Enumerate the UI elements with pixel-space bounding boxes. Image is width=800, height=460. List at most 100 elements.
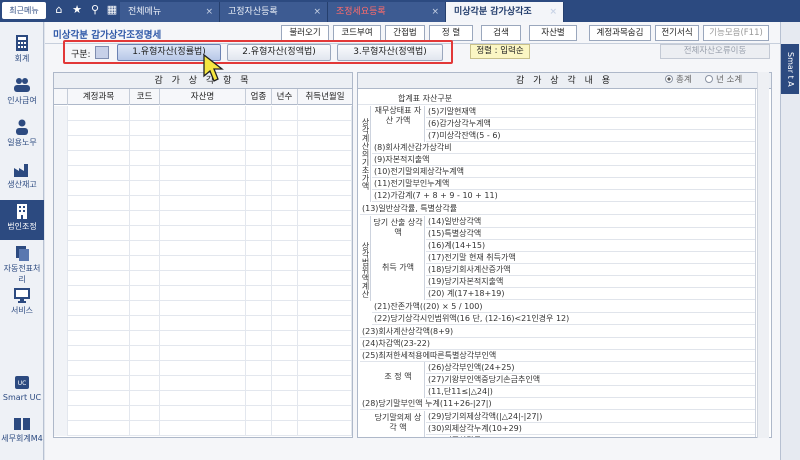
table-cell[interactable] <box>130 361 160 376</box>
table-cell[interactable] <box>68 361 130 376</box>
table-cell[interactable] <box>272 406 298 421</box>
table-cell[interactable] <box>54 151 68 166</box>
table-row[interactable] <box>54 301 352 316</box>
table-cell[interactable] <box>246 271 272 286</box>
sidebar-item-daily-labor[interactable]: 일용노무 <box>0 116 44 156</box>
table-row[interactable] <box>54 151 352 166</box>
table-cell[interactable] <box>246 151 272 166</box>
option-tangible-straight[interactable]: 2.유형자산(정액법) <box>227 44 331 61</box>
table-row[interactable] <box>54 181 352 196</box>
table-cell[interactable] <box>246 316 272 331</box>
table-row[interactable] <box>54 316 352 331</box>
sidebar-item-accounting[interactable]: 회계 <box>0 32 44 72</box>
table-cell[interactable] <box>246 211 272 226</box>
radio-total[interactable]: 총계 <box>665 73 692 85</box>
table-cell[interactable] <box>272 181 298 196</box>
sidebar-item-smart-uc[interactable]: UC Smart UC <box>0 372 44 408</box>
prior-form-button[interactable]: 전기서식 <box>655 25 699 41</box>
table-cell[interactable] <box>272 421 298 436</box>
table-cell[interactable] <box>130 226 160 241</box>
sidebar-item-service[interactable]: 서비스 <box>0 284 44 324</box>
table-cell[interactable] <box>298 256 352 271</box>
table-cell[interactable] <box>54 331 68 346</box>
table-cell[interactable] <box>68 226 130 241</box>
table-cell[interactable] <box>298 226 352 241</box>
table-row[interactable] <box>54 211 352 226</box>
table-cell[interactable] <box>160 226 246 241</box>
table-cell[interactable] <box>54 361 68 376</box>
table-cell[interactable] <box>246 181 272 196</box>
table-cell[interactable] <box>160 271 246 286</box>
table-cell[interactable] <box>272 136 298 151</box>
sidebar-item-corporate-adjustment[interactable]: 법인조정 <box>0 200 44 240</box>
sidebar-item-auto-voucher[interactable]: 자동전표처리 <box>0 242 44 284</box>
table-cell[interactable] <box>160 316 246 331</box>
table-row[interactable] <box>54 346 352 361</box>
table-cell[interactable] <box>54 166 68 181</box>
category-code-box[interactable] <box>95 46 109 59</box>
grid-icon[interactable]: ▦ <box>105 3 119 17</box>
table-cell[interactable] <box>130 301 160 316</box>
table-row[interactable] <box>54 406 352 421</box>
table-cell[interactable] <box>54 136 68 151</box>
table-cell[interactable] <box>68 196 130 211</box>
table-cell[interactable] <box>68 286 130 301</box>
table-cell[interactable] <box>160 331 246 346</box>
table-cell[interactable] <box>272 331 298 346</box>
table-cell[interactable] <box>68 151 130 166</box>
table-cell[interactable] <box>68 316 130 331</box>
table-cell[interactable] <box>130 346 160 361</box>
table-cell[interactable] <box>272 226 298 241</box>
table-cell[interactable] <box>160 406 246 421</box>
table-row[interactable] <box>54 256 352 271</box>
table-cell[interactable] <box>298 331 352 346</box>
table-cell[interactable] <box>130 316 160 331</box>
table-cell[interactable] <box>272 106 298 121</box>
table-cell[interactable] <box>130 376 160 391</box>
table-cell[interactable] <box>160 151 246 166</box>
table-cell[interactable] <box>54 181 68 196</box>
table-cell[interactable] <box>160 346 246 361</box>
table-cell[interactable] <box>272 196 298 211</box>
table-cell[interactable] <box>272 286 298 301</box>
tab-depreciation[interactable]: 미상각분 감가상각조 × <box>446 2 564 22</box>
table-cell[interactable] <box>246 346 272 361</box>
table-cell[interactable] <box>68 121 130 136</box>
table-row[interactable] <box>54 121 352 136</box>
table-cell[interactable] <box>160 376 246 391</box>
table-cell[interactable] <box>298 121 352 136</box>
tab-fixed-asset[interactable]: 고정자산등록 × <box>220 2 328 22</box>
table-cell[interactable] <box>272 166 298 181</box>
table-cell[interactable] <box>160 106 246 121</box>
table-cell[interactable] <box>298 166 352 181</box>
table-row[interactable] <box>54 196 352 211</box>
table-cell[interactable] <box>298 106 352 121</box>
table-cell[interactable] <box>68 211 130 226</box>
table-cell[interactable] <box>298 211 352 226</box>
table-row[interactable] <box>54 166 352 181</box>
table-cell[interactable] <box>298 361 352 376</box>
radio-year-subtotal[interactable]: 년 소계 <box>705 73 742 85</box>
table-cell[interactable] <box>298 376 352 391</box>
table-row[interactable] <box>54 361 352 376</box>
table-cell[interactable] <box>272 271 298 286</box>
table-cell[interactable] <box>246 226 272 241</box>
table-cell[interactable] <box>272 391 298 406</box>
table-cell[interactable] <box>272 121 298 136</box>
table-cell[interactable] <box>68 256 130 271</box>
table-cell[interactable] <box>54 211 68 226</box>
table-cell[interactable] <box>160 166 246 181</box>
tab-adjustment[interactable]: 조정세요등록 × <box>328 2 446 22</box>
table-cell[interactable] <box>160 211 246 226</box>
sort-button[interactable]: 정 렬 <box>429 25 473 41</box>
table-cell[interactable] <box>298 346 352 361</box>
table-cell[interactable] <box>298 316 352 331</box>
table-cell[interactable] <box>160 361 246 376</box>
table-row[interactable] <box>54 226 352 241</box>
function-menu-button[interactable]: 기능모음(F11) <box>703 25 769 41</box>
table-cell[interactable] <box>246 166 272 181</box>
table-cell[interactable] <box>246 331 272 346</box>
table-cell[interactable] <box>160 181 246 196</box>
table-cell[interactable] <box>298 181 352 196</box>
table-cell[interactable] <box>272 241 298 256</box>
